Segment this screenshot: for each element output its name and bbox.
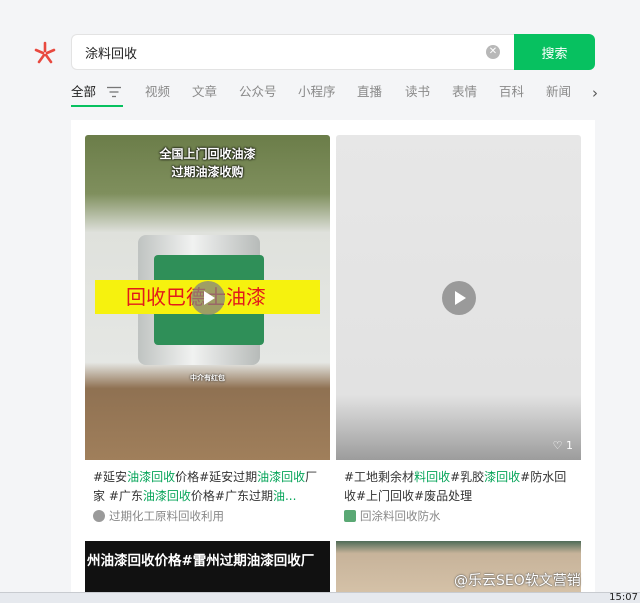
tab-all[interactable]: 全部 [71,84,124,108]
clear-icon[interactable]: ✕ [486,45,500,59]
thumbnail-caption: 过期油漆收购 [171,165,244,179]
play-icon[interactable] [191,281,225,315]
play-icon[interactable] [442,281,476,315]
watermark: @乐云SEO软文营销 [454,573,581,589]
tab-encyclopedia[interactable]: 百科 [499,84,524,108]
taskbar: 15:07 [0,592,640,603]
chevron-right-icon[interactable]: › [585,84,605,102]
search-logo-icon [34,41,56,64]
clock: 15:07 [609,592,638,603]
tab-stickers[interactable]: 表情 [452,84,477,108]
tab-bar: 全部 视频 文章 公众号 小程序 直播 读书 表情 百科 新闻 › [71,84,640,110]
heart-icon: ♡ [552,439,563,452]
filter-icon[interactable] [107,86,121,98]
account-avatar-icon [344,510,356,522]
tab-mini-programs[interactable]: 小程序 [298,84,336,108]
thumbnail-caption: 州油漆回收价格#雷州过期油漆回收厂 [87,553,315,569]
tab-news[interactable]: 新闻 [546,84,571,108]
result-description[interactable]: #工地剩余材料回收#乳胶漆回收#防水回收#上门回收#废品处理 [344,468,576,506]
video-thumbnail[interactable]: 全国上门回收油漆 过期油漆收购 回收巴德士油漆 中介有红包 [85,135,330,460]
tab-video[interactable]: 视频 [145,84,170,108]
result-card[interactable]: 全国上门回收油漆 过期油漆收购 回收巴德士油漆 中介有红包 #延安油漆回收价格#… [85,135,330,535]
search-input[interactable] [85,35,475,69]
tab-live[interactable]: 直播 [357,84,382,108]
result-source[interactable]: 过期化工原料回收利用 [93,508,224,524]
result-description[interactable]: #延安油漆回收价格#延安过期油漆回收厂家 #广东油漆回收价格#广东过期油... [93,468,325,506]
search-box: ✕ [71,34,514,70]
account-avatar-icon [93,510,105,522]
top-bar: ✕ 搜索 全部 视频 文章 公众号 小程序 直播 读书 表情 百科 新闻 › [0,0,640,116]
video-caption: 中介有红包 [190,374,225,382]
search-button[interactable]: 搜索 [514,34,595,70]
result-source[interactable]: 回涂料回收防水 [344,508,441,524]
thumbnail-caption: 全国上门回收油漆 [159,147,256,161]
result-card[interactable]: ♡ 1 #工地剩余材料回收#乳胶漆回收#防水回收#上门回收#废品处理 回涂料回收… [336,135,581,535]
video-thumbnail[interactable]: ♡ 1 [336,135,581,460]
tab-books[interactable]: 读书 [405,84,430,108]
like-count: ♡ 1 [552,439,573,452]
tab-articles[interactable]: 文章 [192,84,217,108]
tab-official-accounts[interactable]: 公众号 [239,84,277,108]
